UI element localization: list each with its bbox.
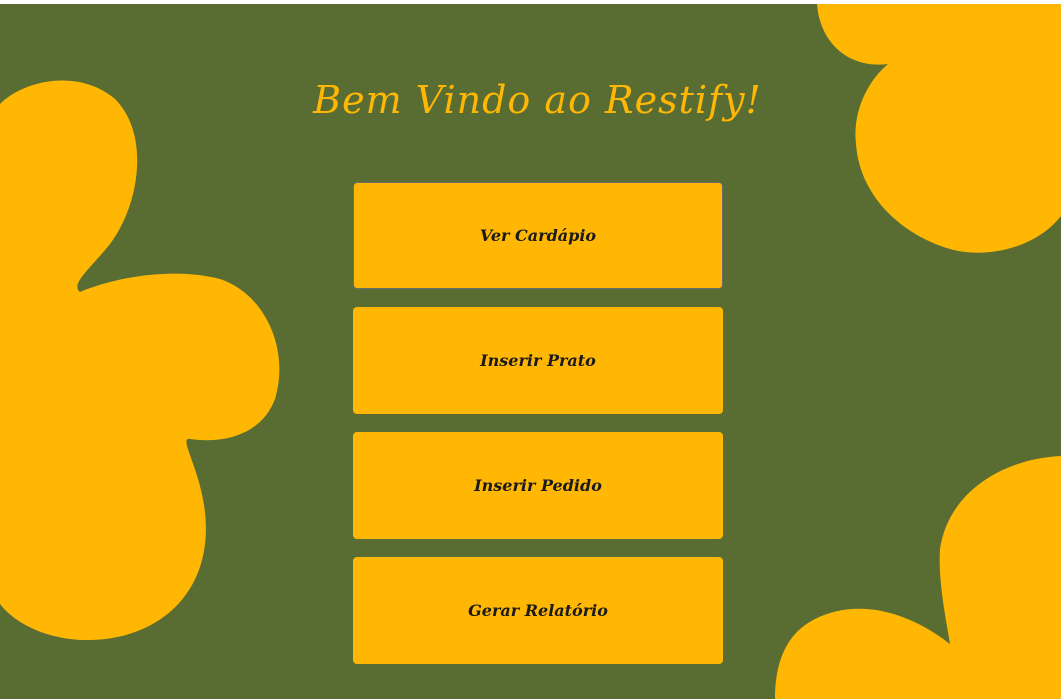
gerar-relatorio-button[interactable]: Gerar Relatório — [353, 557, 723, 664]
inserir-prato-button[interactable]: Inserir Prato — [353, 307, 723, 414]
welcome-title: Bem Vindo ao Restify! — [313, 78, 762, 122]
main-window: Bem Vindo ao Restify! Ver Cardápio Inser… — [0, 4, 1061, 699]
ver-cardapio-button[interactable]: Ver Cardápio — [353, 182, 723, 289]
inserir-pedido-button[interactable]: Inserir Pedido — [353, 432, 723, 539]
